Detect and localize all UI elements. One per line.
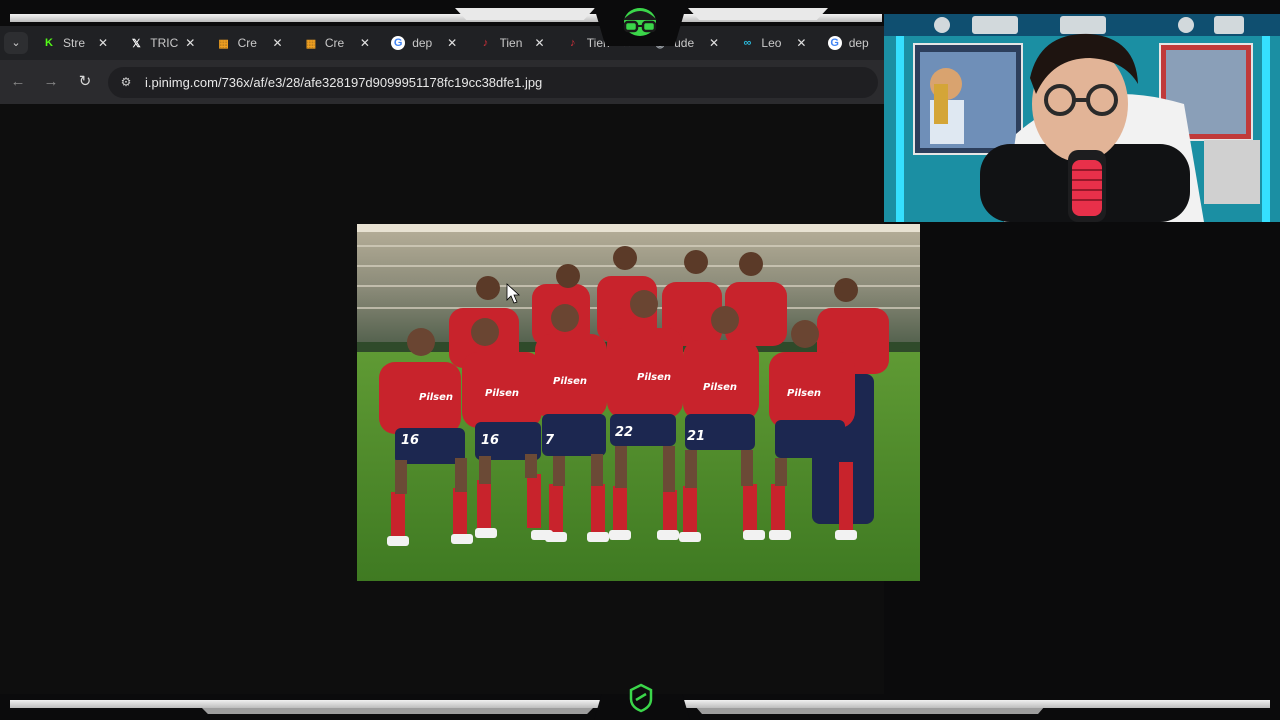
tab-close-icon[interactable]: ✕: [534, 36, 544, 50]
sponsor-text: Pilsen: [703, 382, 737, 393]
tab-close-icon[interactable]: ✕: [447, 36, 457, 50]
browser-tab[interactable]: K Stre ✕: [42, 30, 108, 56]
shield-logo-icon: [628, 683, 654, 713]
music-icon: ♪: [482, 37, 489, 49]
google-icon: G: [827, 36, 842, 50]
overlay-top-notch-right: [688, 8, 828, 20]
tab-title: Tien: [499, 36, 523, 50]
tab-close-icon[interactable]: ✕: [185, 36, 195, 50]
browser-tab-bar: ⌄ K Stre ✕ 𝕏 TRIC ✕ ▦ Cre ✕ ▦ Cre ✕ Gdep ✕ ♪ Tien ✕ ♪ Tien…: [0, 26, 894, 60]
jersey-number: 16: [401, 433, 419, 448]
music-icon: ♪: [570, 37, 576, 49]
browser-tab[interactable]: ♪ Tien ✕: [479, 30, 545, 56]
sheet-icon: ▦: [305, 37, 317, 50]
tab-title: Cre: [324, 36, 345, 50]
tab-close-icon[interactable]: ✕: [273, 36, 283, 50]
sponsor-text: Pilsen: [485, 388, 519, 399]
google-icon: G: [391, 36, 406, 50]
browser-tab[interactable]: ▦ Cre ✕: [304, 30, 370, 56]
jersey-number: 22: [615, 425, 633, 440]
site-info-icon[interactable]: ⚙: [118, 74, 134, 90]
tab-title: Leo: [761, 36, 782, 50]
sheet-icon: ▦: [218, 37, 229, 50]
browser-tab[interactable]: 𝕏 TRIC ✕: [129, 30, 195, 56]
reload-icon[interactable]: ↻: [76, 73, 94, 91]
overlay-top-notch-left: [455, 8, 595, 20]
browser-tab[interactable]: ∞ Leo ✕: [740, 30, 806, 56]
streamer-webcam: [884, 14, 1280, 222]
tab-close-icon[interactable]: ✕: [709, 36, 719, 50]
sponsor-text: Pilsen: [637, 372, 671, 383]
browser-toolbar: ← → ↻ ⚙ i.pinimg.com/736x/af/e3/28/afe32…: [0, 60, 884, 104]
sponsor-text: Pilsen: [553, 376, 587, 387]
url-text[interactable]: i.pinimg.com/736x/af/e3/28/afe328197d909…: [145, 75, 542, 90]
link-icon: ∞: [743, 37, 752, 49]
x-icon: 𝕏: [131, 37, 141, 50]
sponsor-text: Pilsen: [419, 392, 453, 403]
streamer-logo: [592, 0, 688, 46]
browser-tab[interactable]: ▦ Cre ✕: [217, 30, 283, 56]
address-bar[interactable]: ⚙ i.pinimg.com/736x/af/e3/28/afe328197d9…: [108, 67, 878, 98]
tab-search-dropdown[interactable]: ⌄: [4, 32, 28, 54]
tab-title: TRIC: [150, 36, 179, 50]
tab-title: dep: [848, 36, 869, 50]
tab-title: ude: [674, 36, 695, 50]
browser-tab[interactable]: Gdep ✕: [391, 30, 457, 56]
jersey-number: 21: [687, 429, 705, 444]
jersey-number: 7: [545, 433, 555, 448]
team-photo: Pilsen Pilsen Pilsen Pilsen Pilsen Pilse…: [357, 224, 920, 581]
tab-title: dep: [412, 36, 433, 50]
forward-icon[interactable]: →: [42, 73, 60, 91]
sponsor-text: Pilsen: [787, 388, 821, 399]
jersey-number: 16: [481, 433, 499, 448]
kick-icon: K: [45, 37, 53, 49]
tab-close-icon[interactable]: ✕: [360, 36, 370, 50]
back-icon[interactable]: ←: [9, 73, 27, 91]
tab-close-icon[interactable]: ✕: [98, 36, 108, 50]
tab-title: Cre: [237, 36, 257, 50]
tab-close-icon[interactable]: ✕: [796, 36, 806, 50]
tab-title: Stre: [63, 36, 86, 50]
